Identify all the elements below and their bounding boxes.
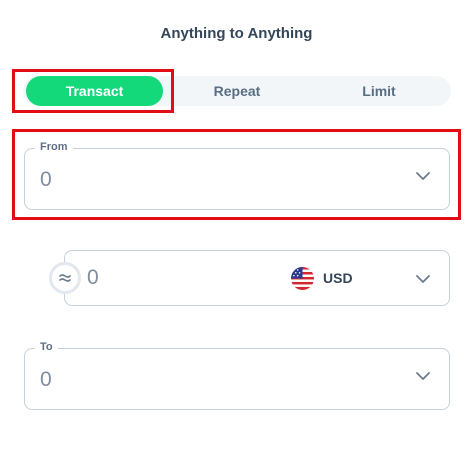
amount-value: 0 — [87, 266, 99, 289]
swap-button[interactable] — [49, 262, 81, 294]
chevron-down-icon[interactable] — [415, 274, 431, 284]
chevron-down-icon[interactable] — [415, 171, 431, 181]
to-field[interactable]: To 0 — [24, 341, 450, 410]
chevron-down-icon[interactable] — [415, 371, 431, 381]
amount-field[interactable]: 0 USD — [64, 250, 450, 306]
to-label: To — [35, 341, 58, 353]
currency-code: USD — [323, 270, 353, 286]
swap-icon — [59, 274, 71, 282]
from-field[interactable]: From 0 — [24, 141, 450, 210]
tab-repeat[interactable]: Repeat — [168, 76, 306, 106]
currency-selector[interactable]: USD — [291, 266, 353, 290]
tab-limit[interactable]: Limit — [309, 76, 449, 106]
page-title: Anything to Anything — [160, 25, 313, 42]
from-label: From — [35, 141, 73, 153]
tab-transact[interactable]: Transact — [26, 76, 163, 106]
to-value: 0 — [40, 368, 52, 391]
us-flag-icon — [291, 266, 314, 290]
from-value: 0 — [40, 168, 52, 191]
mode-tabs: Transact Repeat Limit — [23, 76, 451, 106]
